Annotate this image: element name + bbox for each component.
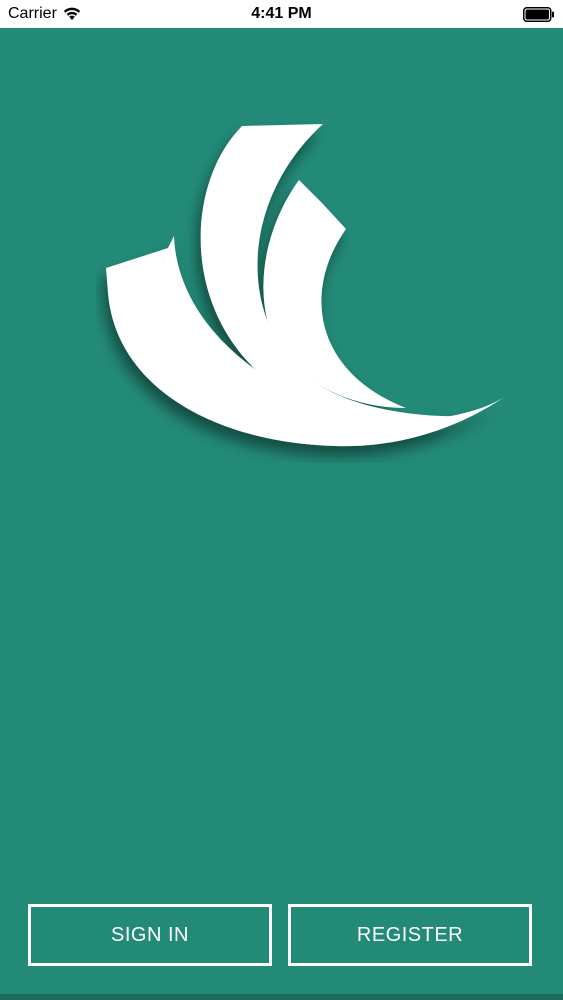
welcome-screen: Carrier 4:41 PM SIGN IN REGISTER [0,0,563,1000]
status-right-group [523,5,555,23]
status-time: 4:41 PM [251,5,312,22]
bottom-edge-divider [0,994,563,1000]
battery-icon [523,6,555,22]
book-pages-logo-icon [106,124,506,447]
register-button[interactable]: REGISTER [288,904,532,966]
app-logo [96,118,516,463]
sign-in-button[interactable]: SIGN IN [28,904,272,966]
status-bar: Carrier 4:41 PM [0,0,563,28]
